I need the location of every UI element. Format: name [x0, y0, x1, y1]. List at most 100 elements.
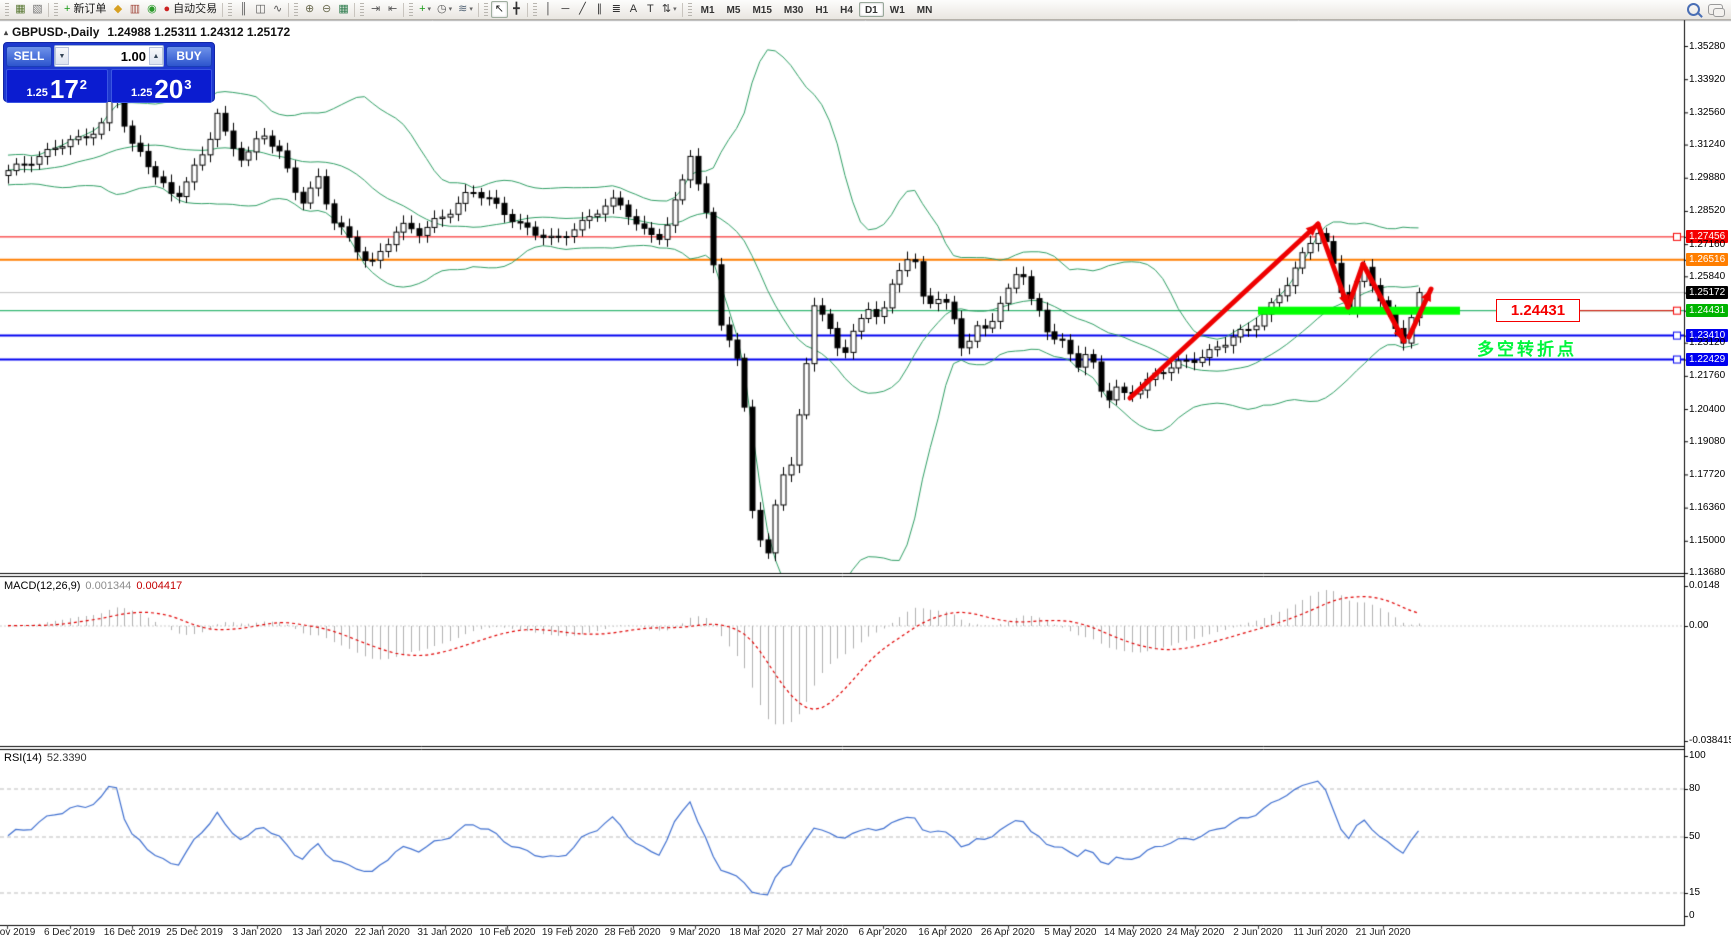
macd-axis-label: -0.038415 — [1689, 735, 1731, 746]
zoom-in-button[interactable]: ⊕ — [301, 1, 318, 18]
bar-chart-mode-icon: ║ — [239, 3, 248, 15]
volume-input[interactable] — [69, 48, 149, 64]
chart-profiles-button[interactable]: ▧ — [29, 1, 46, 18]
line-chart-mode-button[interactable]: ∿ — [269, 1, 286, 18]
macd-main-value: 0.001344 — [85, 580, 132, 592]
chevron-down-icon: ▾ — [427, 6, 432, 13]
periods-icon: ◷ — [437, 3, 447, 15]
chart-profiles-icon: ▧ — [32, 3, 43, 15]
ask-quote[interactable]: 1.25 20 3 — [110, 69, 212, 103]
price-axis-label: 1.29880 — [1689, 172, 1726, 184]
volume-decrease-button[interactable]: ▼ — [55, 47, 69, 65]
trendline-icon: ╱ — [579, 3, 586, 15]
price-axis-label: 1.21760 — [1689, 370, 1726, 382]
macd-axis-label: 0.00 — [1689, 620, 1709, 631]
timeframe-d1-button[interactable]: D1 — [858, 2, 884, 17]
chat-icon[interactable] — [1708, 4, 1725, 17]
price-axis-label: 1.22429 — [1686, 353, 1729, 367]
buy-button[interactable]: BUY — [166, 45, 212, 67]
signals-button[interactable]: ◉ — [143, 1, 160, 18]
timeframe-w1-button[interactable]: W1 — [884, 2, 911, 17]
horizontal-line-icon: ─ — [561, 3, 570, 15]
price-axis-label: 1.17720 — [1689, 468, 1726, 480]
new-order-button[interactable]: + 新订单 — [61, 1, 109, 18]
chevron-down-icon: ▾ — [673, 6, 677, 13]
trendline-button[interactable]: ╱ — [574, 1, 591, 18]
date-axis-label: 22 Jan 2020 — [354, 927, 410, 938]
fibonacci-button[interactable]: ≣ — [608, 1, 625, 18]
timeframe-m30-button[interactable]: M30 — [778, 2, 809, 17]
rsi-axis-label: 100 — [1689, 750, 1706, 761]
date-axis-label: 27 Nov 2019 — [0, 927, 36, 938]
price-axis-label: 1.15000 — [1689, 535, 1726, 547]
chart-canvas[interactable] — [0, 0, 1731, 939]
price-axis-label: 1.27160 — [1689, 238, 1726, 250]
macd-signal-value: 0.004417 — [136, 580, 183, 592]
search-icon[interactable] — [1687, 3, 1700, 16]
templates-icon: ≋ — [458, 3, 468, 15]
one-click-trading-panel: SELL ▼ ▲ BUY 1.25172 1.25203 — [3, 42, 215, 103]
rsi-indicator-label: RSI(14) 52.3390 — [4, 752, 87, 764]
one-click-collapse-icon[interactable]: ▴ — [4, 28, 8, 37]
text-button[interactable]: A — [625, 1, 642, 18]
macd-axis-label: 0.0148 — [1689, 580, 1720, 591]
candlestick-mode-button[interactable]: ◫ — [252, 1, 269, 18]
market-watch-button[interactable]: ◆ — [109, 1, 126, 18]
date-axis-label: 11 Jun 2020 — [1293, 927, 1348, 938]
price-axis-label: 1.24431 — [1686, 304, 1729, 318]
price-axis-label: 1.32560 — [1689, 106, 1726, 118]
tile-windows-button[interactable]: ▦ — [335, 1, 352, 18]
bid-pipette-digit: 2 — [79, 77, 88, 92]
fibonacci-icon: ≣ — [611, 3, 622, 15]
bid-quote[interactable]: 1.25 17 2 — [6, 69, 108, 103]
indicators-icon: + — [419, 3, 426, 15]
periods-button[interactable]: ◷ ▾ — [434, 1, 455, 18]
candlestick-mode-icon: ◫ — [255, 3, 266, 15]
crosshair-button[interactable]: ╋ — [508, 1, 525, 18]
auto-scroll-button[interactable]: ⇥ — [367, 1, 384, 18]
price-axis-label: 1.31240 — [1689, 139, 1726, 151]
timeframe-h4-button[interactable]: H4 — [834, 2, 859, 17]
timeframe-mn-button[interactable]: MN — [911, 2, 939, 17]
vertical-line-button[interactable]: │ — [540, 1, 557, 18]
vertical-line-icon: │ — [544, 3, 552, 15]
date-axis-label: 26 Apr 2020 — [980, 927, 1035, 938]
bar-chart-mode-button[interactable]: ║ — [235, 1, 252, 18]
timeframe-h1-button[interactable]: H1 — [809, 2, 834, 17]
equidistant-channel-icon: ∥ — [596, 3, 603, 15]
date-axis-label: 25 Dec 2019 — [166, 927, 223, 938]
rsi-axis-label: 80 — [1689, 783, 1701, 794]
date-axis-label: 3 Jan 2020 — [232, 927, 282, 938]
price-axis-label: 1.28520 — [1689, 205, 1726, 217]
indicators-button[interactable]: + ▾ — [416, 1, 434, 18]
cursor-button[interactable]: ↖ — [490, 1, 508, 18]
data-window-button[interactable]: ▥ — [126, 1, 143, 18]
price-annotation-box[interactable]: 1.24431 — [1496, 299, 1580, 322]
date-axis-label: 31 Jan 2020 — [417, 927, 473, 938]
price-axis-label: 1.25172 — [1686, 286, 1729, 300]
templates-button[interactable]: ≋ ▾ — [455, 1, 476, 18]
horizontal-line-button[interactable]: ─ — [557, 1, 574, 18]
chart-shift-button[interactable]: ⇤ — [384, 1, 401, 18]
arrows-button[interactable]: ⇅ ▾ — [659, 1, 680, 18]
text-icon: A — [629, 3, 638, 15]
sell-button[interactable]: SELL — [6, 45, 52, 67]
arrows-icon: ⇅ — [661, 3, 672, 15]
autotrading-button[interactable]: ● 自动交易 — [160, 1, 220, 18]
chevron-down-icon: ▾ — [448, 6, 453, 13]
text-label-button[interactable]: T — [642, 1, 659, 18]
volume-increase-button[interactable]: ▲ — [149, 47, 163, 65]
pivot-note-text[interactable]: 多空转折点 — [1477, 335, 1577, 360]
equidistant-channel-button[interactable]: ∥ — [591, 1, 608, 18]
zoom-out-button[interactable]: ⊖ — [318, 1, 335, 18]
timeframe-m5-button[interactable]: M5 — [721, 2, 747, 17]
cursor-icon: ↖ — [494, 3, 505, 15]
price-axis-label: 1.23120 — [1689, 337, 1726, 349]
price-axis-label: 1.25840 — [1689, 270, 1726, 282]
timeframe-m1-button[interactable]: M1 — [695, 2, 721, 17]
timeframe-m15-button[interactable]: M15 — [746, 2, 777, 17]
ohlc-values: 1.24988 1.25311 1.24312 1.25172 — [107, 25, 291, 39]
date-axis-label: 6 Dec 2019 — [43, 927, 96, 938]
new-chart-button[interactable]: ▦ — [12, 1, 29, 18]
price-axis-label: 1.33920 — [1689, 73, 1726, 85]
